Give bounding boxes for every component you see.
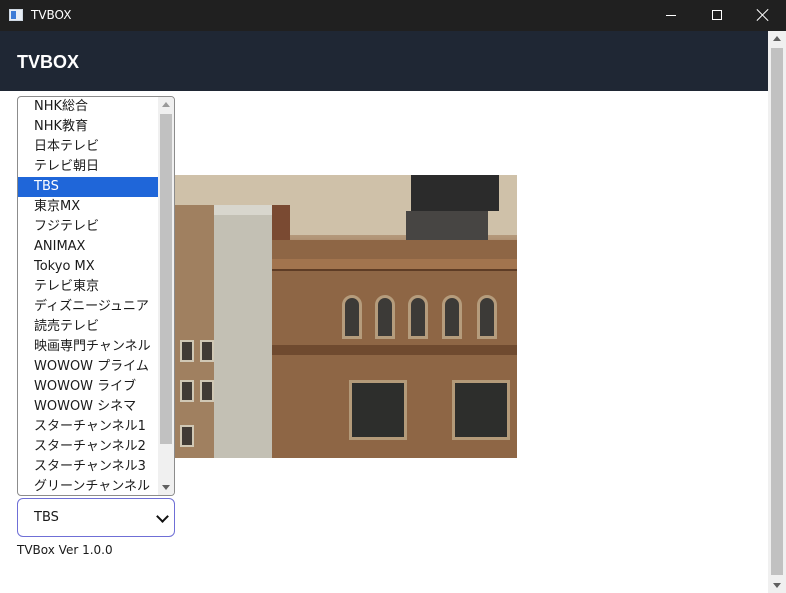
close-icon bbox=[756, 8, 770, 22]
channel-option[interactable]: 東京MX bbox=[18, 197, 158, 217]
channel-option[interactable]: フジテレビ bbox=[18, 217, 158, 237]
channel-dropdown-list[interactable]: NHK総合 NHK教育 日本テレビ テレビ朝日 TBS 東京MX フジテレビ ANIMAX To… bbox=[17, 96, 175, 496]
channel-select[interactable]: TBS bbox=[17, 498, 175, 537]
channel-option[interactable]: スターチャンネル1 bbox=[18, 417, 158, 437]
channel-option[interactable]: NHK総合 bbox=[18, 97, 158, 117]
minimize-button[interactable] bbox=[648, 0, 694, 31]
video-arched-window bbox=[442, 295, 462, 339]
channel-option[interactable]: WOWOW プライム bbox=[18, 357, 158, 377]
channel-option[interactable]: グリーンチャンネル bbox=[18, 477, 158, 495]
channel-option[interactable]: Tokyo MX bbox=[18, 257, 158, 277]
close-button[interactable] bbox=[740, 0, 786, 31]
app-header: TVBOX bbox=[0, 31, 768, 91]
scroll-up-icon[interactable] bbox=[773, 36, 781, 41]
channel-option[interactable]: テレビ朝日 bbox=[18, 157, 158, 177]
channel-option[interactable]: スターチャンネル2 bbox=[18, 437, 158, 457]
video-cornice bbox=[272, 259, 517, 271]
channel-option[interactable]: TBS bbox=[18, 177, 158, 197]
tv-app-icon bbox=[9, 9, 23, 21]
chevron-down-icon bbox=[156, 510, 169, 523]
video-window bbox=[180, 340, 194, 362]
maximize-button[interactable] bbox=[694, 0, 740, 31]
scroll-down-icon[interactable] bbox=[773, 583, 781, 588]
scroll-down-icon[interactable] bbox=[162, 485, 170, 490]
video-arched-window bbox=[408, 295, 428, 339]
dropdown-scrollbar[interactable] bbox=[158, 97, 174, 495]
video-water-tower bbox=[411, 175, 499, 211]
video-band bbox=[272, 345, 517, 355]
video-stone-building bbox=[214, 215, 278, 458]
page-scrollbar[interactable] bbox=[768, 31, 786, 593]
video-window bbox=[200, 340, 214, 362]
video-arched-window bbox=[477, 295, 497, 339]
channel-option[interactable]: 映画専門チャンネル bbox=[18, 337, 158, 357]
window-titlebar[interactable]: TVBOX bbox=[0, 0, 786, 31]
video-large-window bbox=[349, 380, 407, 440]
version-label: TVBox Ver 1.0.0 bbox=[17, 543, 113, 557]
maximize-icon bbox=[712, 10, 722, 20]
channel-option[interactable]: スターチャンネル3 bbox=[18, 457, 158, 477]
channel-option[interactable]: テレビ東京 bbox=[18, 277, 158, 297]
channel-option[interactable]: WOWOW シネマ bbox=[18, 397, 158, 417]
minimize-icon bbox=[666, 15, 676, 16]
video-window bbox=[180, 425, 194, 447]
window-title: TVBOX bbox=[31, 8, 72, 22]
scrollbar-thumb[interactable] bbox=[771, 48, 783, 575]
video-arched-window bbox=[342, 295, 362, 339]
channel-option[interactable]: WOWOW ライブ bbox=[18, 377, 158, 397]
channel-option[interactable]: NHK教育 bbox=[18, 117, 158, 137]
video-window bbox=[200, 380, 214, 402]
scroll-up-icon[interactable] bbox=[162, 102, 170, 107]
video-arched-window bbox=[375, 295, 395, 339]
scrollbar-thumb[interactable] bbox=[160, 114, 172, 444]
channel-select-value: TBS bbox=[34, 510, 59, 525]
video-large-window bbox=[452, 380, 510, 440]
channel-options: NHK総合 NHK教育 日本テレビ テレビ朝日 TBS 東京MX フジテレビ ANIMAX To… bbox=[18, 97, 158, 495]
channel-option[interactable]: ANIMAX bbox=[18, 237, 158, 257]
channel-option[interactable]: ディズニージュニア bbox=[18, 297, 158, 317]
video-window bbox=[180, 380, 194, 402]
video-player[interactable] bbox=[174, 175, 517, 458]
channel-option[interactable]: 日本テレビ bbox=[18, 137, 158, 157]
channel-option[interactable]: 読売テレビ bbox=[18, 317, 158, 337]
app-brand: TVBOX bbox=[17, 52, 80, 72]
video-left-building bbox=[174, 205, 216, 458]
